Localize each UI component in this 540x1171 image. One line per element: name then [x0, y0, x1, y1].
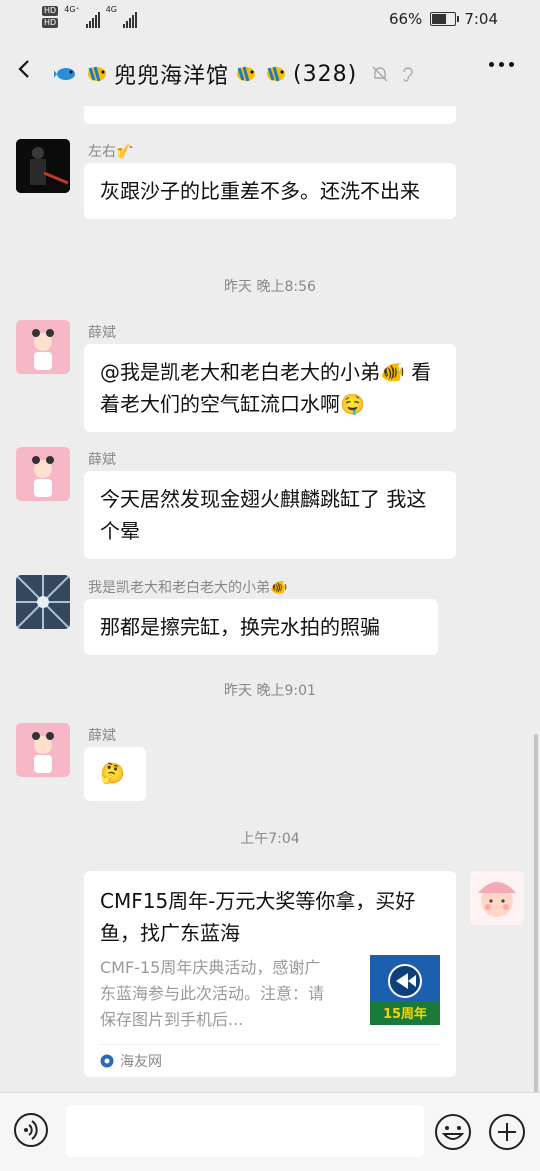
member-count: (328) [293, 61, 358, 87]
timestamp: 昨天 晚上9:01 [224, 683, 316, 699]
chat-title: 兜兜海洋馆 (328) [54, 58, 417, 90]
thumbnail-caption: 15周年 [383, 1006, 427, 1022]
hd-icon: HD [42, 18, 59, 28]
network-label: 4G [105, 5, 117, 14]
hd-icon: HD [42, 6, 59, 16]
more-actions-button[interactable] [488, 1113, 526, 1151]
battery-percent: 66% [388, 10, 423, 28]
avatar[interactable] [16, 139, 70, 193]
ear-icon [403, 67, 413, 82]
message-bubble[interactable] [84, 106, 456, 124]
clock: 7:04 [464, 10, 498, 28]
more-options-button[interactable] [489, 62, 514, 67]
timestamp: 昨天 晚上8:56 [224, 279, 316, 295]
sender-name: 我是凯老大和老白老大的小弟🐠 [88, 580, 288, 596]
message-bubble[interactable]: 今天居然发现金翅火麒麟跳缸了 我这个晕 [84, 471, 456, 559]
tropical-fish-icon [88, 66, 106, 82]
source-logo-icon [100, 1054, 114, 1068]
link-card-description: CMF-15周年庆典活动，感谢广东蓝海参与此次活动。注意：请保存图片到手机后..… [100, 958, 325, 1029]
link-card-thumbnail: 15周年 [370, 955, 440, 1025]
message-bubble[interactable]: 灰跟沙子的比重差不多。还洗不出来 [84, 163, 456, 219]
tropical-fish-icon [237, 66, 256, 82]
status-bar: HD HD 4G⁺ 4G 66% 7:04 [0, 0, 540, 40]
message-bubble[interactable]: @我是凯老大和老白老大的小弟🐠 看着老大们的空气缸流口水啊🤤 [84, 344, 456, 432]
scrollbar[interactable] [534, 734, 538, 1094]
divider [100, 1044, 440, 1045]
message-input[interactable] [66, 1105, 424, 1157]
chat-title-text: 兜兜海洋馆 [114, 64, 230, 89]
hd-icons: HD HD [42, 6, 59, 28]
avatar[interactable] [16, 320, 70, 374]
emoji-button[interactable] [434, 1113, 472, 1151]
message-list[interactable]: 左右🎷 灰跟沙子的比重差不多。还洗不出来 昨天 晚上8:56 薛斌 @我是凯老大… [0, 106, 540, 1092]
my-avatar[interactable] [470, 871, 524, 925]
back-arrow-icon[interactable] [16, 60, 34, 78]
link-card-source: 海友网 [100, 1051, 162, 1071]
signal-indicators: HD HD 4G⁺ 4G [42, 6, 137, 28]
voice-input-button[interactable] [14, 1113, 48, 1147]
timestamp: 上午7:04 [240, 831, 300, 847]
input-bar [0, 1092, 540, 1171]
battery-icon [430, 12, 460, 26]
chat-header: 兜兜海洋馆 (328) [0, 40, 540, 106]
fish-icon [54, 68, 75, 80]
signal-icon [123, 12, 137, 28]
avatar[interactable] [16, 723, 70, 777]
avatar[interactable] [16, 447, 70, 501]
tropical-fish-icon [267, 66, 286, 82]
network-label: 4G⁺ [64, 5, 80, 14]
mute-bell-icon [372, 66, 388, 82]
message-bubble[interactable]: 那都是擦完缸，换完水拍的照骗 [84, 599, 438, 655]
source-name: 海友网 [120, 1054, 162, 1070]
sender-name: 左右🎷 [88, 144, 134, 160]
voice-icon [24, 1120, 38, 1140]
sender-name: 薛斌 [88, 728, 116, 744]
link-card[interactable]: CMF15周年-万元大奖等你拿，买好鱼，找广东蓝海 CMF-15周年庆典活动，感… [84, 871, 456, 1077]
link-card-title: CMF15周年-万元大奖等你拿，买好鱼，找广东蓝海 [100, 889, 416, 945]
message-bubble[interactable]: 🤔 [84, 747, 146, 801]
sender-name: 薛斌 [88, 452, 116, 468]
avatar[interactable] [16, 575, 70, 629]
signal-icon [85, 12, 100, 28]
sender-name: 薛斌 [88, 325, 116, 341]
